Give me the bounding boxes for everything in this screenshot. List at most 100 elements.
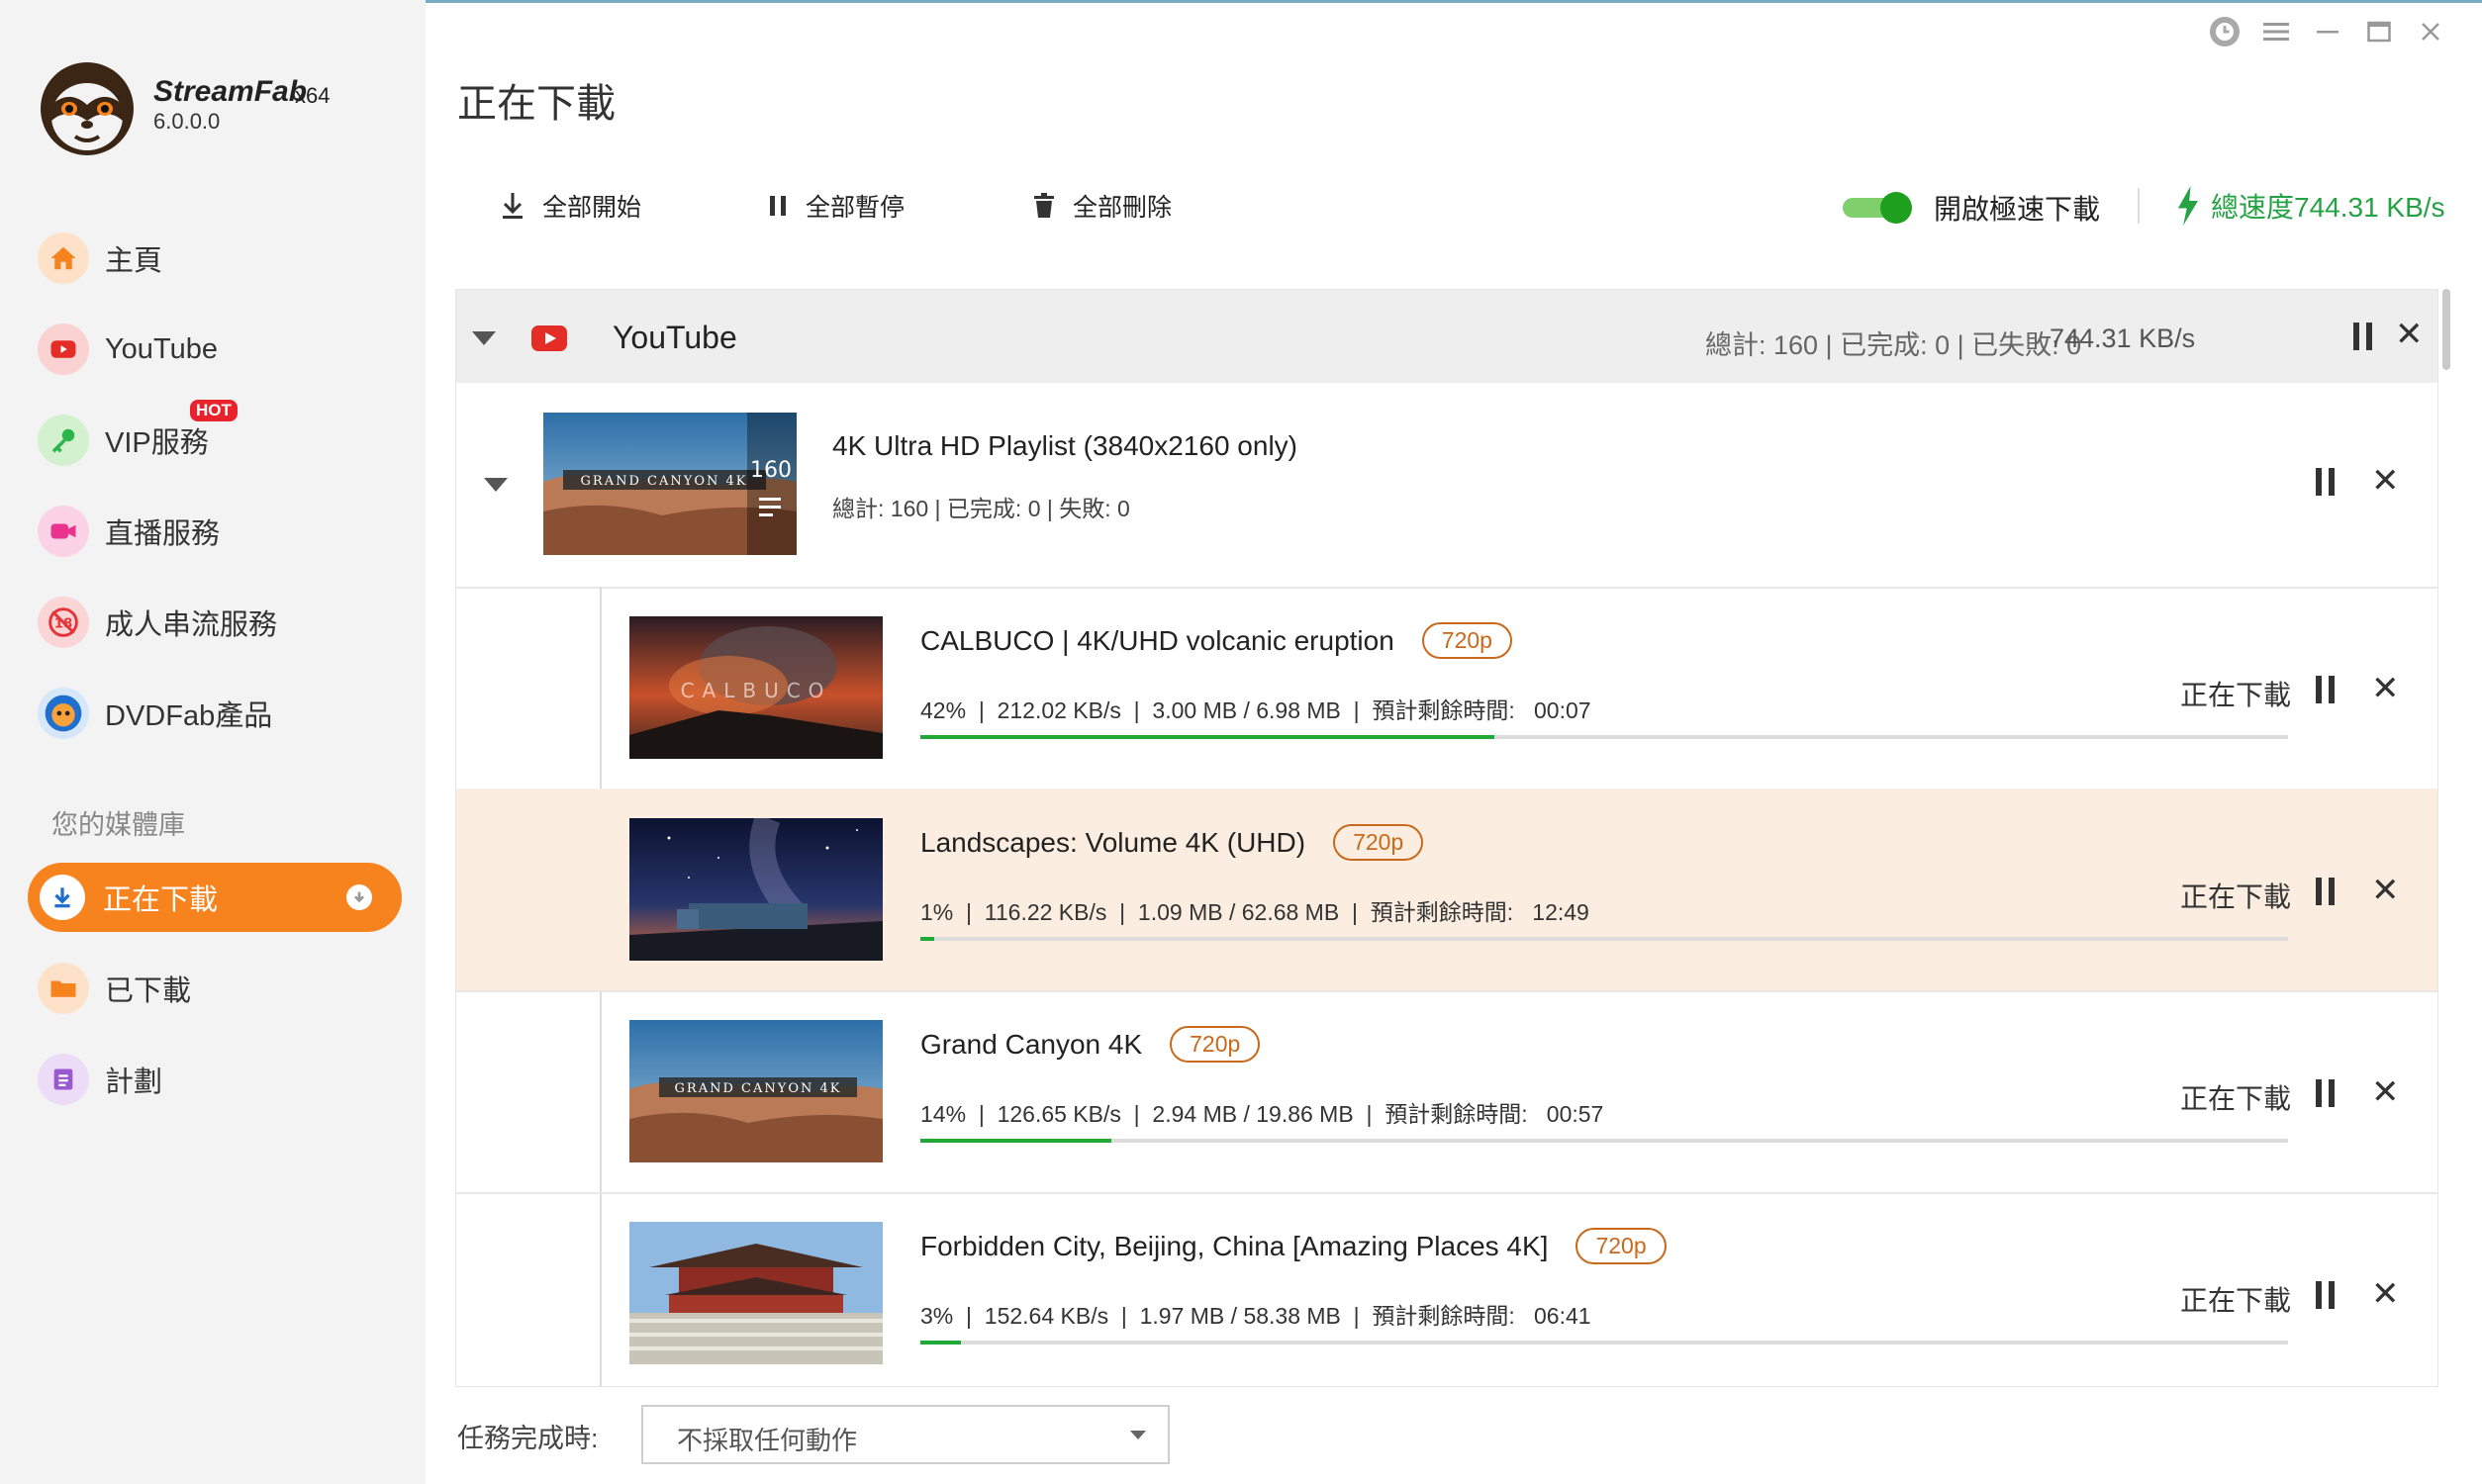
playlist-row: GRAND CANYON 4K 160 4K Ultra HD Playlist…	[456, 383, 2437, 589]
sidebar-item-adult[interactable]: 18 成人串流服務	[38, 588, 277, 657]
item-close-icon[interactable]: ✕	[2371, 672, 2400, 705]
progress-fill	[920, 1139, 1112, 1143]
sidebar-item-label: VIP服務	[105, 427, 209, 459]
item-stats: 3% | 152.64 KB/s | 1.97 MB / 58.38 MB | …	[920, 1303, 1591, 1329]
video-thumbnail: GRAND CANYON 4K	[629, 1020, 883, 1162]
group-close-icon[interactable]: ✕	[2395, 318, 2424, 351]
item-title-text: CALBUCO | 4K/UHD volcanic eruption	[920, 624, 1394, 656]
adult-18-icon: 18	[38, 597, 89, 648]
sidebar-item-downloaded[interactable]: 已下載	[38, 954, 191, 1023]
item-title: Grand Canyon 4K 720p	[920, 1026, 1261, 1063]
sidebar-item-live[interactable]: 直播服務	[38, 497, 220, 566]
pause-all-icon	[770, 196, 786, 216]
download-item[interactable]: CALBUCO CALBUCO | 4K/UHD volcanic erupti…	[456, 587, 2437, 790]
progress-fill	[920, 735, 1495, 739]
library-title: 您的媒體庫	[51, 810, 185, 840]
download-item[interactable]: Forbidden City, Beijing, China [Amazing …	[456, 1192, 2437, 1386]
item-status: 正在下載	[2180, 881, 2292, 912]
item-pause-icon[interactable]	[2316, 1281, 2335, 1309]
delete-all-label: 全部刪除	[1073, 194, 1173, 222]
download-list-panel: YouTube 總計: 160 | 已完成: 0 | 已失敗: 0 744.31…	[455, 289, 2438, 1387]
dvdfab-icon	[38, 688, 89, 739]
close-window-icon[interactable]	[2413, 14, 2448, 49]
window-controls	[2207, 14, 2448, 49]
item-title: CALBUCO | 4K/UHD volcanic eruption 720p	[920, 622, 1512, 659]
toggle-knob	[1880, 192, 1912, 224]
sidebar-item-dvdfab[interactable]: DVDFab產品	[38, 679, 272, 748]
turbo-download-label: 開啟極速下載	[1934, 194, 2101, 225]
lightning-icon	[2178, 186, 2198, 226]
sidebar-item-label: 計劃	[105, 1067, 163, 1098]
chevron-down-icon	[1130, 1431, 1146, 1439]
on-complete-label: 任務完成時:	[457, 1424, 599, 1453]
video-thumbnail	[629, 1222, 883, 1364]
item-title: Landscapes: Volume 4K (UHD) 720p	[920, 824, 1424, 861]
start-all-button[interactable]: 全部開始	[501, 188, 641, 224]
thumbnail-caption: GRAND CANYON 4K	[581, 474, 748, 489]
item-pause-icon[interactable]	[2316, 878, 2335, 905]
playlist-stats: 總計: 160 | 已完成: 0 | 失敗: 0	[832, 496, 1130, 521]
pause-all-label: 全部暫停	[806, 194, 906, 222]
minimize-icon[interactable]	[2310, 14, 2345, 49]
youtube-group-header: YouTube 總計: 160 | 已完成: 0 | 已失敗: 0 744.31…	[456, 290, 2437, 383]
item-title: Forbidden City, Beijing, China [Amazing …	[920, 1228, 1667, 1264]
download-item[interactable]: GRAND CANYON 4K Grand Canyon 4K 720p 14%…	[456, 990, 2437, 1194]
sidebar-item-label: DVDFab產品	[105, 700, 273, 732]
menu-icon[interactable]	[2258, 14, 2294, 49]
group-name: YouTube	[613, 320, 737, 355]
key-icon	[38, 415, 89, 466]
sidebar: StreamFab x64 6.0.0.0 主頁 YouTube VIP服務 H…	[0, 0, 426, 1484]
maximize-icon[interactable]	[2361, 14, 2397, 49]
playlist-thumbnail: GRAND CANYON 4K 160	[543, 413, 797, 555]
download-icon	[40, 875, 85, 920]
total-speed: 總速度744.31 KB/s	[2175, 186, 2445, 226]
sidebar-item-label: 已下載	[105, 975, 192, 1007]
item-title-text: Forbidden City, Beijing, China [Amazing …	[920, 1230, 1549, 1261]
sidebar-item-home[interactable]: 主頁	[38, 224, 162, 293]
item-pause-icon[interactable]	[2316, 676, 2335, 703]
video-thumbnail: CALBUCO	[629, 616, 883, 759]
sidebar-item-schedule[interactable]: 計劃	[38, 1045, 162, 1114]
item-status: 正在下載	[2180, 1083, 2292, 1114]
item-close-icon[interactable]: ✕	[2371, 1277, 2400, 1311]
video-thumbnail	[629, 818, 883, 961]
sidebar-item-label: 正在下載	[103, 884, 219, 916]
turbo-download-toggle[interactable]	[1843, 192, 1914, 224]
collapse-caret-icon[interactable]	[484, 478, 508, 492]
quality-badge: 720p	[1575, 1228, 1667, 1264]
camera-icon	[38, 506, 89, 557]
collapse-caret-icon[interactable]	[472, 331, 496, 345]
sidebar-item-label: 直播服務	[105, 518, 221, 550]
sidebar-item-youtube[interactable]: YouTube	[38, 315, 218, 384]
on-complete-select[interactable]: 不採取任何動作	[641, 1405, 1170, 1464]
pause-all-button[interactable]: 全部暫停	[768, 188, 905, 224]
start-all-label: 全部開始	[542, 194, 642, 222]
item-stats: 42% | 212.02 KB/s | 3.00 MB / 6.98 MB | …	[920, 697, 1591, 723]
delete-all-button[interactable]: 全部刪除	[1033, 188, 1172, 224]
item-close-icon[interactable]: ✕	[2371, 1075, 2400, 1109]
sidebar-item-vip[interactable]: VIP服務 HOT	[38, 400, 238, 475]
on-complete-value: 不採取任何動作	[677, 1426, 858, 1455]
app-brand: StreamFab	[153, 75, 308, 108]
sidebar-item-label: 成人串流服務	[105, 609, 278, 641]
history-clock-icon[interactable]	[2207, 14, 2243, 49]
trash-icon	[1034, 193, 1054, 218]
list-scrollbar[interactable]	[2442, 289, 2450, 370]
item-title-text: Landscapes: Volume 4K (UHD)	[920, 826, 1306, 858]
group-stats: 總計: 160 | 已完成: 0 | 已失敗: 0	[1705, 330, 2082, 360]
playlist-pause-icon[interactable]	[2316, 468, 2335, 496]
group-pause-icon[interactable]	[2353, 323, 2372, 350]
quality-badge: 720p	[1170, 1026, 1261, 1063]
group-speed: 744.31 KB/s	[2050, 324, 2196, 353]
folder-icon	[38, 963, 89, 1014]
sidebar-item-downloading[interactable]: 正在下載	[28, 863, 402, 932]
app-version: 6.0.0.0	[153, 109, 221, 134]
toolbar-divider	[2138, 188, 2140, 224]
item-close-icon[interactable]: ✕	[2371, 874, 2400, 907]
progress-bar	[920, 937, 2288, 941]
hot-badge: HOT	[190, 400, 238, 421]
playlist-close-icon[interactable]: ✕	[2371, 464, 2400, 498]
sloth-logo-icon	[41, 62, 134, 155]
download-item[interactable]: Landscapes: Volume 4K (UHD) 720p 1% | 11…	[456, 788, 2437, 992]
item-pause-icon[interactable]	[2316, 1079, 2335, 1107]
